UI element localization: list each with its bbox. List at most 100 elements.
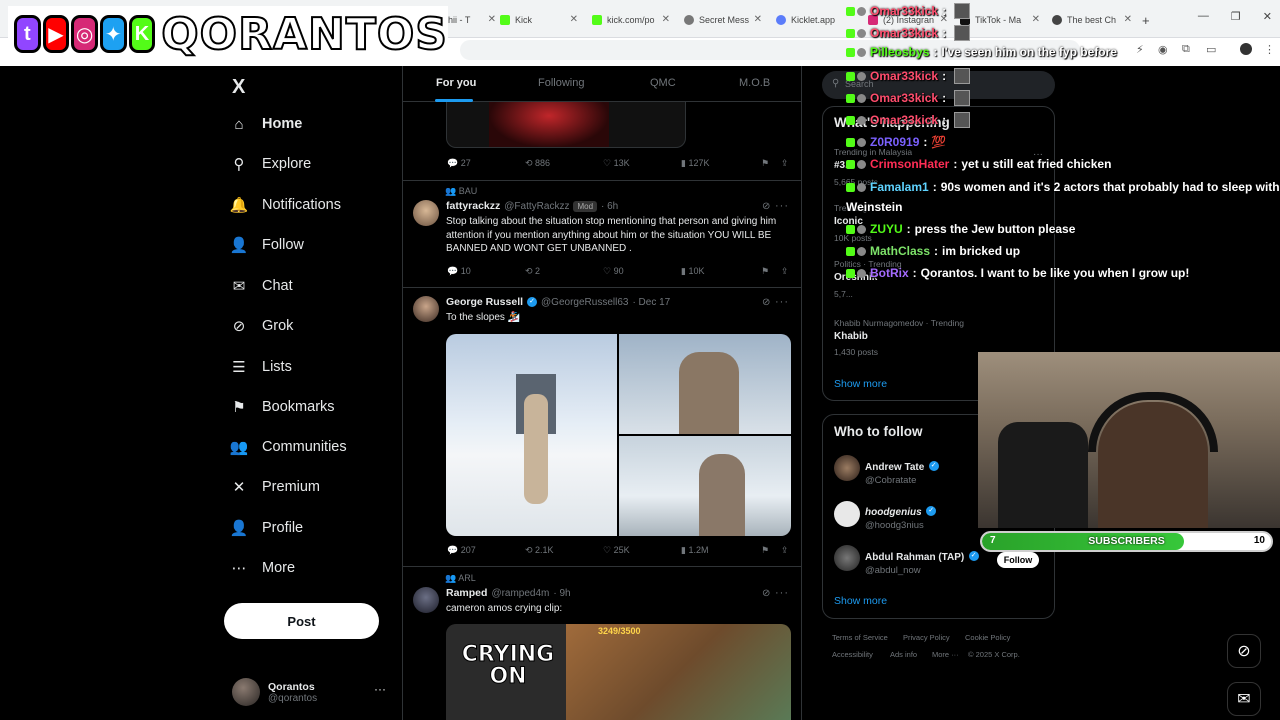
grok-icon[interactable]: ⊘ (762, 588, 770, 599)
repost-button[interactable]: ⟲ 886 (525, 158, 550, 169)
suggested-account[interactable]: hoodgenius ✓ @hoodg3nius (865, 502, 937, 531)
author-name[interactable]: George Russell (446, 296, 523, 308)
chat-username[interactable]: Omar33kick (870, 4, 938, 18)
chat-username[interactable]: Omar33kick (870, 91, 938, 105)
sidebar-icon[interactable]: ▭ (1206, 43, 1216, 56)
like-button[interactable]: ♡ 90 (603, 266, 624, 277)
chat-username[interactable]: MathClass (870, 244, 930, 258)
suggested-account[interactable]: Abdul Rahman (TAP) ✓ @abdul_now (865, 547, 979, 576)
tweet-time[interactable]: · Dec 17 (632, 297, 670, 308)
nav-item-lists[interactable]: ☰ Lists (230, 358, 292, 376)
close-icon[interactable]: ✕ (754, 14, 762, 25)
avatar[interactable] (1240, 43, 1252, 55)
avatar[interactable] (834, 455, 860, 481)
grok-icon[interactable]: ⊘ (1227, 634, 1261, 668)
author-handle[interactable]: @ramped4m (491, 588, 549, 599)
extensions-puzzle-icon[interactable]: ⧉ (1182, 43, 1190, 56)
chat-username[interactable]: Pilleosbys (870, 45, 929, 59)
minimize-button[interactable]: — (1198, 10, 1209, 23)
menu-kebab-icon[interactable]: ⋮ (1264, 43, 1275, 56)
tab-mob[interactable]: M.O.B (739, 77, 770, 89)
post-button[interactable]: Post (224, 603, 379, 639)
new-tab-button[interactable]: + (1142, 9, 1156, 31)
trend-name[interactable]: Khabib (834, 331, 868, 342)
close-icon[interactable]: ✕ (488, 14, 496, 25)
share-icon[interactable]: ⇪ (781, 158, 789, 169)
bookmark-icon[interactable]: ⚑ (761, 545, 769, 556)
author-handle[interactable]: @GeorgeRussell63 (541, 297, 628, 308)
chat-username[interactable]: BotRix (870, 266, 909, 280)
photo[interactable] (619, 436, 791, 536)
browser-tab[interactable]: Secret Mess ✕ (684, 9, 762, 31)
community-context[interactable]: 👥 ARL (445, 573, 476, 584)
share-icon[interactable]: ⇪ (781, 545, 789, 556)
views-count[interactable]: ▮ 10K (681, 266, 704, 277)
tab-following[interactable]: Following (538, 77, 584, 89)
author-name[interactable]: fattyrackzz (446, 200, 500, 212)
browser-tab[interactable]: Kick ✕ (500, 9, 578, 31)
footer-link[interactable]: Terms of Service (832, 633, 888, 642)
nav-item-notifications[interactable]: 🔔 Notifications (230, 196, 341, 214)
like-button[interactable]: ♡ 25K (603, 545, 630, 556)
browser-tab[interactable]: Kicklet.app (776, 9, 836, 31)
views-count[interactable]: ▮ 127K (681, 158, 709, 169)
tab-qmc[interactable]: QMC (650, 77, 676, 89)
more-options-icon[interactable]: ··· (775, 587, 789, 599)
show-more-link[interactable]: Show more (834, 378, 887, 390)
avatar[interactable] (834, 501, 860, 527)
tweet-media[interactable] (446, 102, 686, 148)
community-context[interactable]: 👥 BAU (445, 186, 477, 197)
more-options-icon[interactable]: ··· (374, 682, 386, 696)
tweet-media-grid[interactable] (446, 334, 791, 536)
grok-icon[interactable]: ⊘ (762, 297, 770, 308)
close-icon[interactable]: ✕ (1124, 14, 1132, 25)
avatar[interactable] (413, 200, 439, 226)
nav-item-bookmarks[interactable]: ⚑ Bookmarks (230, 398, 334, 416)
nav-item-explore[interactable]: ⚲ Explore (230, 155, 312, 173)
footer-link[interactable]: Ads info (890, 650, 917, 659)
bookmark-icon[interactable]: ⚑ (761, 266, 769, 277)
chat-username[interactable]: Omar33kick (870, 113, 938, 127)
browser-tab[interactable]: The best Ch ✕ (1052, 9, 1132, 31)
reply-button[interactable]: 💬 27 (447, 158, 471, 169)
author-handle[interactable]: @FattyRackzz (504, 201, 569, 212)
photo[interactable] (446, 334, 617, 536)
browser-tab[interactable]: kick.com/po ✕ (592, 9, 670, 31)
x-logo-icon[interactable]: X (232, 76, 245, 99)
footer-link[interactable]: Accessibility (832, 650, 873, 659)
repost-button[interactable]: ⟲ 2 (525, 266, 540, 277)
tweet-time[interactable]: · 6h (601, 201, 618, 212)
tweet-time[interactable]: · 9h (553, 588, 570, 599)
messages-icon[interactable]: ✉ (1227, 682, 1261, 716)
more-options-icon[interactable]: ··· (775, 296, 789, 308)
nav-item-home[interactable]: ⌂ Home (230, 115, 302, 133)
nav-item-profile[interactable]: 👤 Profile (230, 519, 303, 537)
views-count[interactable]: ▮ 1.2M (681, 545, 708, 556)
nav-item-communities[interactable]: 👥 Communities (230, 438, 347, 456)
reply-button[interactable]: 💬 10 (447, 266, 471, 277)
footer-link[interactable]: Cookie Policy (965, 633, 1010, 642)
photo[interactable] (619, 334, 791, 434)
nav-item-follow[interactable]: 👤 Follow (230, 236, 304, 254)
close-icon[interactable]: ✕ (570, 14, 578, 25)
chat-username[interactable]: ZUYU (870, 222, 903, 236)
extension-icon[interactable]: ⚡ (1136, 43, 1144, 56)
chat-username[interactable]: Omar33kick (870, 69, 938, 83)
follow-button[interactable]: Follow (997, 552, 1039, 568)
chat-username[interactable]: Famalam1 (870, 180, 929, 194)
show-more-link[interactable]: Show more (834, 595, 887, 607)
close-icon[interactable]: ✕ (662, 14, 670, 25)
extension-icon[interactable]: ◉ (1158, 43, 1168, 56)
bookmark-icon[interactable]: ⚑ (761, 158, 769, 169)
browser-tab[interactable]: TikTok - Ma ✕ (960, 9, 1040, 31)
nav-item-premium[interactable]: ✕ Premium (230, 478, 320, 496)
reply-button[interactable]: 💬 207 (447, 545, 476, 556)
account-switcher[interactable]: Qorantos @qorantos ··· (232, 678, 386, 706)
like-button[interactable]: ♡ 13K (603, 158, 630, 169)
browser-tab[interactable]: hii - T ✕ (448, 9, 496, 31)
chat-username[interactable]: CrimsonHater (870, 157, 949, 171)
tweet-video[interactable]: CRYING ON 3249/3500 (446, 624, 791, 720)
share-icon[interactable]: ⇪ (781, 266, 789, 277)
tab-for-you[interactable]: For you (436, 77, 476, 89)
avatar[interactable] (834, 545, 860, 571)
